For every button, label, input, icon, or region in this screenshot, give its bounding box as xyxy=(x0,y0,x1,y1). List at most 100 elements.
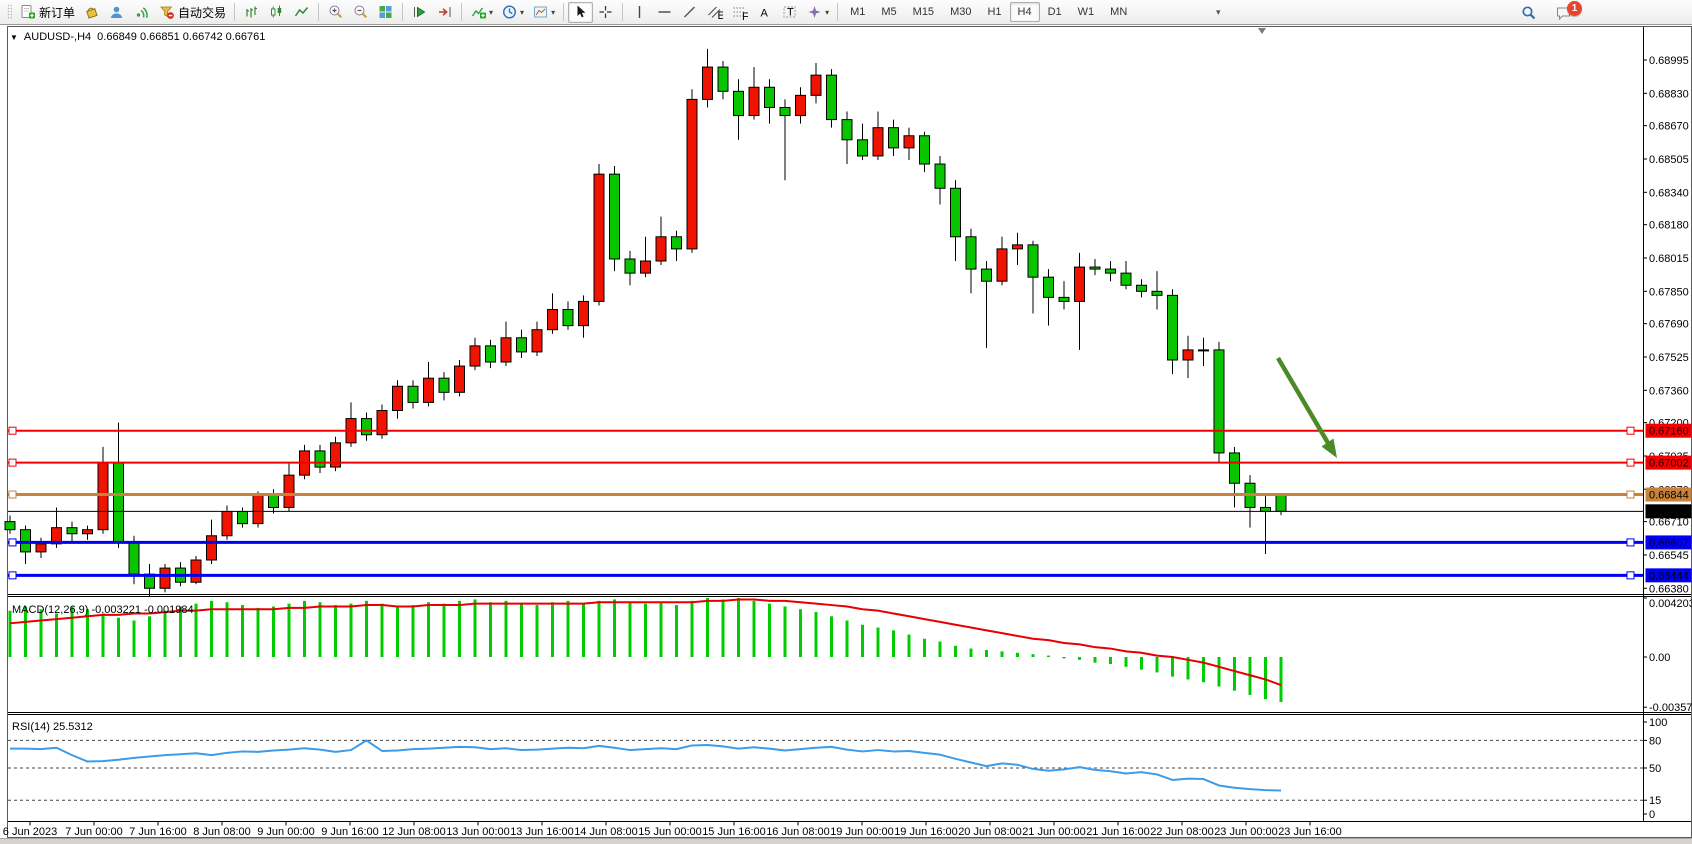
text-label-button[interactable]: T xyxy=(777,2,802,23)
autoscroll-icon xyxy=(411,4,428,20)
hline-handle[interactable] xyxy=(9,427,16,434)
candle-bear xyxy=(765,87,775,107)
time-tick-label: 13 Jun 00:00 xyxy=(446,826,510,838)
chart-window[interactable]: 0.689950.688300.686700.685050.683400.681… xyxy=(0,26,1692,838)
auto-trading-button-label: 自动交易 xyxy=(178,4,226,21)
candle-bear xyxy=(1230,453,1240,483)
candle-bear xyxy=(734,91,744,115)
notifications-button[interactable]: 1 xyxy=(1551,2,1576,23)
price-tick-label: 0.67360 xyxy=(1649,385,1689,397)
crosshair-icon xyxy=(597,4,614,20)
candle-bear xyxy=(1028,245,1038,277)
candle-bear xyxy=(610,174,620,259)
rsi-label: RSI(14) 25.5312 xyxy=(12,721,93,733)
candle-bear xyxy=(1090,267,1100,269)
trendline-button[interactable] xyxy=(677,2,702,23)
signals-button[interactable] xyxy=(129,2,154,23)
candle-chart-button[interactable] xyxy=(264,2,289,23)
timeframe-d1[interactable]: D1 xyxy=(1040,2,1070,22)
fibonacci-button[interactable]: F xyxy=(727,2,752,23)
hline-handle[interactable] xyxy=(1627,459,1634,466)
chevron-down-icon: ▾ xyxy=(825,8,829,17)
candle-bear xyxy=(238,512,248,524)
hline-handle[interactable] xyxy=(1627,572,1634,579)
templates-button[interactable]: ▾ xyxy=(528,2,559,23)
hline-handle[interactable] xyxy=(1627,427,1634,434)
hline-handle[interactable] xyxy=(9,459,16,466)
candle-bull xyxy=(455,366,465,392)
hline-handle[interactable] xyxy=(9,491,16,498)
tile-windows-button[interactable] xyxy=(373,2,398,23)
arrows-button[interactable]: ▾ xyxy=(802,2,833,23)
timeframe-m5[interactable]: M5 xyxy=(873,2,904,22)
chevron-down-icon: ▾ xyxy=(489,8,493,17)
candle-bull xyxy=(393,386,403,410)
cursor-button[interactable] xyxy=(568,2,593,23)
time-tick-label: 8 Jun 08:00 xyxy=(193,826,251,838)
candle-bull xyxy=(703,67,713,99)
toolbar-separator xyxy=(563,3,564,21)
rsi-tick-label: 15 xyxy=(1649,795,1661,807)
candle-bull xyxy=(1199,350,1209,351)
price-tick-label: 0.68340 xyxy=(1649,187,1689,199)
hline-handle[interactable] xyxy=(1627,539,1634,546)
line-chart-button[interactable] xyxy=(289,2,314,23)
candle-bull xyxy=(904,136,914,148)
chart-menu-caret[interactable]: ▼ xyxy=(10,33,18,42)
candle-bear xyxy=(1106,269,1116,273)
auto-scroll-button[interactable] xyxy=(407,2,432,23)
hline-handle[interactable] xyxy=(1627,491,1634,498)
zoom-in-button[interactable] xyxy=(323,2,348,23)
vertical-line-button[interactable] xyxy=(627,2,652,23)
timeframe-mn[interactable]: MN xyxy=(1102,2,1135,22)
horizontal-line-button[interactable] xyxy=(652,2,677,23)
timeframe-w1[interactable]: W1 xyxy=(1070,2,1103,22)
bar-chart-button[interactable] xyxy=(239,2,264,23)
timeframe-h1[interactable]: H1 xyxy=(979,2,1009,22)
toolbar-right-tools: 1 xyxy=(1516,2,1576,23)
community-button[interactable] xyxy=(104,2,129,23)
indicators-button[interactable]: ▾ xyxy=(466,2,497,23)
paint-bucket-button[interactable] xyxy=(79,2,104,23)
candle-bull xyxy=(1013,245,1023,249)
chart-shift-button[interactable] xyxy=(432,2,457,23)
text-button[interactable]: A xyxy=(752,2,777,23)
candle-bull xyxy=(1183,350,1193,360)
timeframe-m1[interactable]: M1 xyxy=(842,2,873,22)
toolbar-overflow-caret[interactable]: ▾ xyxy=(1216,7,1221,18)
candle-bear xyxy=(1059,297,1069,301)
text-label-icon: T xyxy=(781,4,798,20)
timeframe-h4[interactable]: H4 xyxy=(1010,2,1040,22)
hline-handle[interactable] xyxy=(9,539,16,546)
community-icon xyxy=(108,4,125,20)
candle-bear xyxy=(315,451,325,467)
candle-bear xyxy=(269,495,279,507)
candle-bull xyxy=(873,128,883,156)
candle-bear xyxy=(21,530,31,552)
auto-trading-button[interactable]: 自动交易 xyxy=(154,2,230,23)
candle-bull xyxy=(160,568,170,588)
chart-border xyxy=(8,27,1692,838)
periods-button[interactable]: ▾ xyxy=(497,2,528,23)
chart-header: ▼ AUDUSD-,H4 0.66849 0.66851 0.66742 0.6… xyxy=(10,31,265,43)
candle-bull xyxy=(594,174,604,301)
price-tick-label: 0.67690 xyxy=(1649,319,1689,331)
candle-bear xyxy=(935,164,945,188)
toolbar: 新订单自动交易▾▾▾EFAT▾M1M5M15M30H1H4D1W1MN xyxy=(0,0,1692,25)
hline-handle[interactable] xyxy=(9,572,16,579)
zoom-out-button[interactable] xyxy=(348,2,373,23)
candle-bull xyxy=(36,544,46,552)
search-button[interactable] xyxy=(1516,2,1541,23)
crosshair-button[interactable] xyxy=(593,2,618,23)
timeframe-m30[interactable]: M30 xyxy=(942,2,979,22)
price-tick-label: 0.66380 xyxy=(1649,583,1689,595)
candle-bear xyxy=(439,378,449,392)
new-order-button[interactable]: 新订单 xyxy=(15,2,79,23)
timeframe-m15[interactable]: M15 xyxy=(905,2,942,22)
toolbar-grip xyxy=(7,4,12,20)
toolbar-separator xyxy=(234,3,235,21)
channel-button[interactable]: E xyxy=(702,2,727,23)
candle-bull xyxy=(222,512,232,536)
price-chart-canvas[interactable]: 0.689950.688300.686700.685050.683400.681… xyxy=(0,26,1692,838)
time-tick-label: 22 Jun 08:00 xyxy=(1150,826,1214,838)
